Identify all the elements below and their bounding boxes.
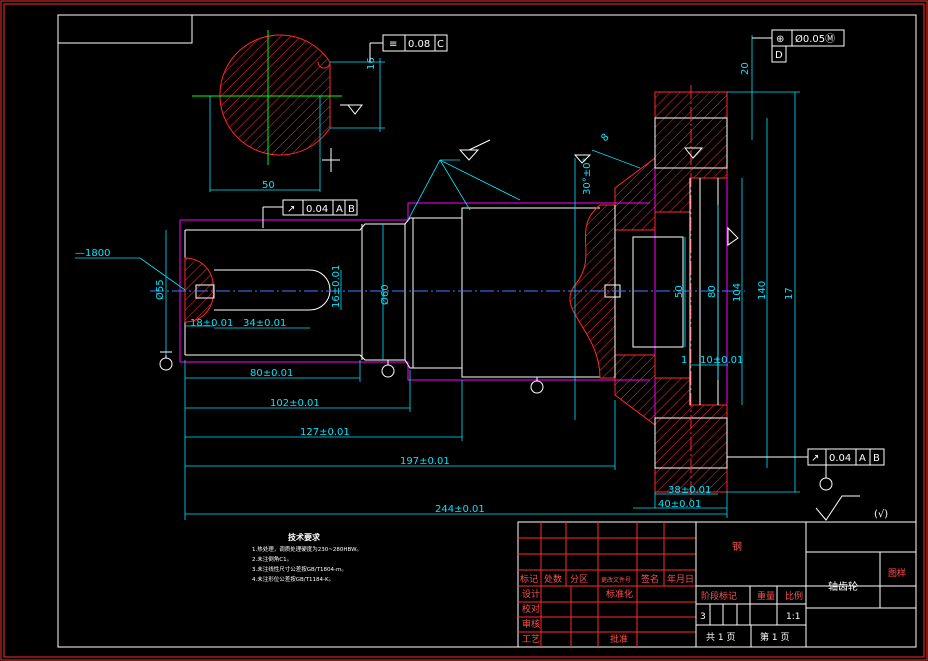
position-datum: D [775, 50, 783, 61]
title-block: 钢 轴齿轮 图样 标记 处数 分区 更改文件号 签名 年月日 设计 校对 审核 … [517, 521, 917, 648]
outer-border [0, 0, 928, 661]
svg-text:↗: ↗ [287, 204, 295, 215]
shaft-view [150, 85, 745, 500]
row-label-3: 更改文件号 [601, 576, 631, 584]
stage-value: 3 [700, 612, 706, 622]
cad-drawing: 50 16 ≡ 0.08 C 80±0.01 102±0.01 127±0.01… [0, 0, 928, 661]
svg-text:⊕: ⊕ [776, 34, 784, 45]
drawing-frame [57, 14, 917, 648]
code-label: 图样 [888, 567, 906, 579]
dim-key-16: 16 [366, 57, 377, 70]
dim-18: 18±0.01 [190, 318, 233, 329]
dim-1: 1 [681, 355, 687, 366]
dim-80v: 80 [707, 285, 718, 298]
section-view: 50 16 ≡ 0.08 C [192, 30, 448, 192]
dim-104: 104 [732, 283, 743, 302]
left-label-1: 校对 [522, 603, 540, 615]
dim-38: 38±0.01 [668, 485, 711, 496]
note-2: 2.未注倒角C1。 [252, 555, 292, 563]
row-label-0: 标记 [520, 573, 538, 585]
row-label-4: 签名 [641, 573, 659, 585]
note-3: 3.未注线性尺寸公差按GB/T1804-m。 [252, 565, 347, 573]
position-tol: Ø0.05Ⓜ [795, 33, 835, 45]
row-label-5: 年月日 [667, 573, 694, 585]
part-name: 轴齿轮 [828, 580, 858, 593]
runout-bottom-value: 0.04 [829, 453, 851, 464]
dim-17: 17 [784, 287, 795, 300]
runout-top-value: 0.04 [306, 204, 328, 215]
dim-244: 244±0.01 [435, 504, 485, 515]
surface-finish-mark: (√) [874, 509, 888, 520]
tech-notes: 技术要求 1.热处理，调质处理硬度为230~280HBW。 2.未注倒角C1。 … [252, 532, 362, 583]
runout-top-datum-a: A [336, 204, 343, 215]
stage-header-2: 比例 [785, 590, 803, 602]
dim-197: 197±0.01 [400, 456, 450, 467]
dim-40: 40±0.01 [658, 499, 701, 510]
left-label-0: 设计 [522, 588, 540, 600]
runout-top-datum-b: B [348, 204, 355, 215]
left-label-2: 审核 [522, 618, 540, 630]
runout-bottom-datum-a: A [859, 453, 866, 464]
dim-102: 102±0.01 [270, 398, 320, 409]
dim-127: 127±0.01 [300, 427, 350, 438]
sheets-total: 共 1 页 [706, 632, 735, 643]
notes-title: 技术要求 [288, 532, 321, 542]
scale: 1:1 [786, 612, 800, 622]
note-4: 4.未注形位公差按GB/T1184-K。 [252, 575, 334, 583]
row-label-2: 分区 [570, 574, 588, 585]
dim-34: 34±0.01 [243, 318, 286, 329]
left-label-3: 工艺 [522, 634, 540, 645]
dim-8: 8 [599, 132, 611, 144]
dim-16: 16±0.01 [331, 265, 342, 308]
leader-note: —1800 [75, 248, 110, 259]
stage-header-1: 重量 [757, 590, 775, 602]
flatness-datum: C [437, 39, 444, 50]
dim-140: 140 [757, 281, 768, 300]
row-label-1: 处数 [544, 573, 562, 585]
dim-angle: 30°±0° [582, 158, 593, 195]
svg-text:≡: ≡ [389, 39, 397, 50]
material: 钢 [732, 540, 742, 553]
dim-circle-50: 50 [262, 180, 275, 191]
std-label: 标准化 [606, 588, 633, 600]
dim-10: 10±0.01 [700, 355, 743, 366]
approve-label: 批准 [610, 633, 628, 645]
dim-80: 80±0.01 [250, 368, 293, 379]
stage-header-0: 阶段标记 [701, 590, 737, 602]
note-1: 1.热处理，调质处理硬度为230~280HBW。 [252, 545, 362, 553]
sheet-no: 第 1 页 [760, 631, 789, 643]
flatness-value: 0.08 [408, 39, 430, 50]
dim-dia55: Ø55 [154, 279, 166, 300]
dim-20: 20 [740, 62, 751, 75]
dim-50: 50 [674, 285, 685, 298]
corner-code-box [57, 14, 193, 44]
svg-text:↗: ↗ [811, 453, 819, 464]
runout-bottom-datum-b: B [873, 453, 880, 464]
dim-dia60: Ø60 [379, 284, 391, 305]
